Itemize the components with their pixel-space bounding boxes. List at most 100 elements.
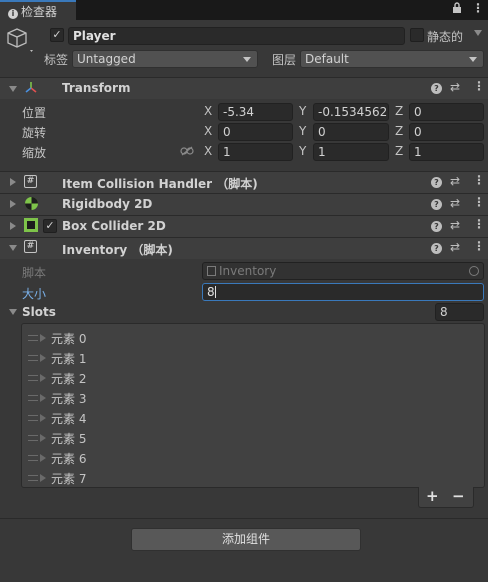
drag-handle-icon[interactable] [28, 375, 38, 381]
info-icon: i [8, 9, 18, 19]
tag-label: 标签 [44, 53, 69, 67]
script-value: Inventory [219, 264, 277, 278]
slot-element-label[interactable]: 元素 5 [51, 430, 86, 447]
rigidbody-icon [24, 196, 39, 214]
component-menu-icon[interactable]: ⋮ [473, 239, 485, 253]
object-picker-icon[interactable] [469, 266, 479, 276]
constrain-proportions-icon[interactable] [180, 146, 194, 159]
transform-icon [24, 81, 38, 98]
tab-inspector[interactable]: i 检查器 [0, 0, 76, 20]
slot-element-label[interactable]: 元素 4 [51, 410, 86, 427]
slot-element-label[interactable]: 元素 6 [51, 450, 86, 467]
text-caret [214, 286, 216, 298]
fold-right-icon[interactable] [40, 374, 46, 382]
script-label: 脚本 [22, 266, 47, 280]
layer-label: 图层 [272, 53, 297, 67]
presets-icon[interactable]: ⇄ [450, 80, 460, 94]
drag-handle-icon[interactable] [28, 355, 38, 361]
static-checkbox[interactable] [410, 28, 424, 42]
inventory-title: Inventory （脚本) [62, 243, 173, 257]
boxcollider-enabled-checkbox[interactable]: ✓ [43, 219, 57, 233]
axis-x-label[interactable]: X [204, 104, 212, 118]
layer-dropdown[interactable]: Default [300, 50, 484, 68]
axis-y-label[interactable]: Y [299, 124, 306, 138]
remove-element-button[interactable]: − [452, 487, 465, 505]
component-menu-icon[interactable]: ⋮ [473, 217, 485, 231]
fold-right-icon[interactable] [40, 354, 46, 362]
axis-x-label[interactable]: X [204, 124, 212, 138]
static-dropdown-icon[interactable] [474, 30, 482, 36]
slot-element-label[interactable]: 元素 0 [51, 330, 86, 347]
slot-element-label[interactable]: 元素 1 [51, 350, 86, 367]
transform-y-input[interactable]: -0.1534562 [313, 103, 389, 121]
script-icon: # [24, 175, 37, 188]
axis-z-label[interactable]: Z [395, 104, 403, 118]
tag-value: Untagged [77, 52, 136, 66]
transform-x-input[interactable]: 0 [218, 123, 293, 141]
static-label: 静态的 [427, 30, 464, 44]
fold-right-icon[interactable] [40, 454, 46, 462]
script-file-icon [207, 266, 216, 276]
axis-x-label[interactable]: X [204, 144, 212, 158]
component-menu-icon[interactable]: ⋮ [473, 195, 485, 209]
presets-icon[interactable]: ⇄ [450, 240, 460, 254]
fold-down-icon[interactable] [9, 86, 17, 92]
axis-y-label[interactable]: Y [299, 144, 306, 158]
fold-right-icon[interactable] [10, 200, 16, 208]
fold-down-icon[interactable] [9, 309, 17, 315]
presets-icon[interactable]: ⇄ [450, 196, 460, 210]
transform-z-input[interactable]: 0 [409, 123, 484, 141]
fold-right-icon[interactable] [40, 394, 46, 402]
transform-z-input[interactable]: 0 [409, 103, 484, 121]
help-icon[interactable]: ? [431, 83, 442, 94]
gameobject-name-input[interactable]: Player [68, 27, 405, 45]
gameobject-active-checkbox[interactable]: ✓ [50, 28, 64, 42]
drag-handle-icon[interactable] [28, 335, 38, 341]
transform-x-input[interactable]: -5.34 [218, 103, 293, 121]
fold-right-icon[interactable] [10, 178, 16, 186]
slots-label[interactable]: Slots [22, 305, 56, 319]
fold-right-icon[interactable] [40, 474, 46, 482]
axis-y-label[interactable]: Y [299, 104, 306, 118]
transform-y-input[interactable]: 0 [313, 123, 389, 141]
presets-icon[interactable]: ⇄ [450, 218, 460, 232]
slot-element-label[interactable]: 元素 7 [51, 470, 86, 487]
fold-right-icon[interactable] [40, 334, 46, 342]
slots-count-input[interactable]: 8 [435, 303, 484, 321]
slot-element-label[interactable]: 元素 2 [51, 370, 86, 387]
drag-handle-icon[interactable] [28, 395, 38, 401]
kebab-menu-icon[interactable]: ⋮ [472, 2, 484, 14]
slot-element-label[interactable]: 元素 3 [51, 390, 86, 407]
drag-handle-icon[interactable] [28, 415, 38, 421]
drag-handle-icon[interactable] [28, 475, 38, 481]
lock-icon[interactable] [452, 2, 462, 17]
script-icon: # [24, 240, 37, 253]
help-icon[interactable]: ? [431, 221, 442, 232]
fold-right-icon[interactable] [40, 434, 46, 442]
axis-z-label[interactable]: Z [395, 144, 403, 158]
fold-down-icon[interactable] [9, 245, 17, 251]
component-menu-icon[interactable]: ⋮ [473, 173, 485, 187]
transform-y-input[interactable]: 1 [313, 143, 389, 161]
help-icon[interactable]: ? [431, 199, 442, 210]
drag-handle-icon[interactable] [28, 455, 38, 461]
size-label: 大小 [22, 287, 47, 301]
tab-title: 检查器 [21, 5, 58, 19]
slots-list [21, 323, 485, 488]
size-input[interactable]: 8 [202, 283, 484, 301]
tag-dropdown[interactable]: Untagged [72, 50, 258, 68]
fold-right-icon[interactable] [40, 414, 46, 422]
axis-z-label[interactable]: Z [395, 124, 403, 138]
help-icon[interactable]: ? [431, 177, 442, 188]
transform-z-input[interactable]: 1 [409, 143, 484, 161]
transform-row-label: 缩放 [22, 146, 47, 160]
transform-x-input[interactable]: 1 [218, 143, 293, 161]
drag-handle-icon[interactable] [28, 435, 38, 441]
gameobject-cube-icon[interactable] [6, 26, 36, 57]
component-menu-icon[interactable]: ⋮ [473, 79, 485, 93]
fold-right-icon[interactable] [10, 222, 16, 230]
add-element-button[interactable]: + [426, 487, 439, 505]
add-component-button[interactable]: 添加组件 [131, 528, 361, 551]
presets-icon[interactable]: ⇄ [450, 174, 460, 188]
help-icon[interactable]: ? [431, 243, 442, 254]
